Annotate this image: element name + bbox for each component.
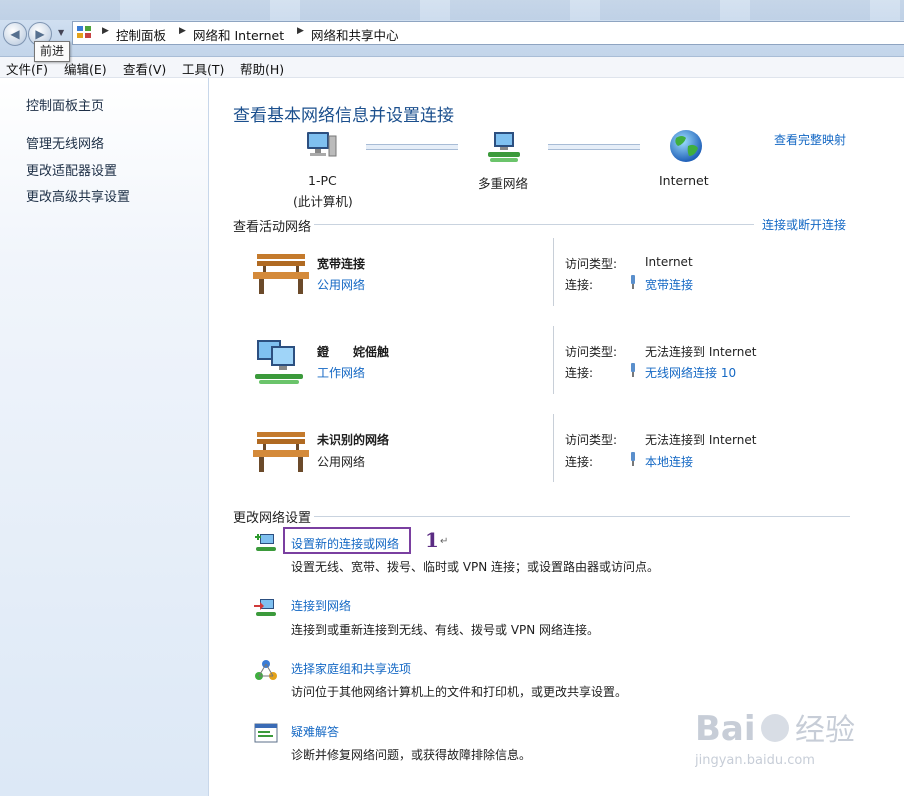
- column-divider: [553, 414, 554, 482]
- svg-text:Bai: Bai: [695, 709, 756, 749]
- baidu-logo-icon: Bai 经验 jingyan.baidu.com: [694, 709, 855, 768]
- section-divider: [314, 224, 754, 225]
- connection-link-3[interactable]: 本地连接: [645, 453, 693, 470]
- work-network-icon: [255, 340, 303, 384]
- troubleshoot-icon: [254, 723, 278, 743]
- access-type-value-1: Internet: [645, 255, 693, 269]
- sidebar-control-panel-home[interactable]: 控制面板主页: [26, 95, 104, 114]
- bench-icon: [253, 254, 309, 294]
- connection-plug-icon: [631, 275, 635, 289]
- breadcrumb-network-internet[interactable]: 网络和 Internet: [193, 25, 284, 44]
- network-category-link-2[interactable]: 工作网络: [317, 364, 365, 381]
- globe-icon: [670, 130, 702, 162]
- setup-new-connection-link[interactable]: 设置新的连接或网络: [291, 535, 399, 552]
- connection-label: 连接:: [565, 455, 594, 469]
- access-type-label: 访问类型:: [565, 257, 618, 271]
- network-category-3: 公用网络: [317, 455, 366, 469]
- breadcrumb-separator-icon: ▶: [179, 26, 186, 36]
- recent-pages-dropdown-icon[interactable]: ▼: [58, 28, 64, 37]
- section-divider: [314, 516, 850, 517]
- view-full-map-link[interactable]: 查看完整映射: [774, 131, 846, 148]
- blurred-taskbar-tabs: [0, 0, 904, 20]
- computer-icon: [307, 132, 337, 157]
- task-desc-1: 设置无线、宽带、拨号、临时或 VPN 连接；或设置路由器或访问点。: [291, 560, 660, 574]
- change-settings-header: 更改网络设置: [233, 511, 312, 526]
- map-connector-line: [366, 144, 458, 150]
- forward-tooltip: 前进: [34, 41, 71, 62]
- access-type-label: 访问类型:: [565, 345, 618, 359]
- connection-label: 连接:: [565, 278, 594, 292]
- multiple-networks-icon: [488, 132, 520, 162]
- map-pc-name: 1-PC: [308, 173, 337, 188]
- task-desc-2: 连接到或重新连接到无线、有线、拨号或 VPN 网络连接。: [291, 623, 600, 637]
- menu-view[interactable]: 查看(V): [123, 59, 166, 78]
- menu-tools[interactable]: 工具(T): [182, 59, 224, 78]
- new-connection-icon: [255, 534, 276, 551]
- connection-link-2[interactable]: 无线网络连接 10: [645, 364, 736, 381]
- network-name-3: 未识别的网络: [317, 433, 390, 447]
- back-button[interactable]: ◀: [3, 22, 27, 46]
- active-networks-header: 查看活动网络: [233, 220, 312, 235]
- baidu-watermark: Bai 经验 jingyan.baidu.com: [694, 690, 895, 773]
- breadcrumb-control-panel[interactable]: 控制面板: [116, 25, 166, 44]
- breadcrumb-separator-icon: ▶: [102, 26, 109, 36]
- homegroup-sharing-link[interactable]: 选择家庭组和共享选项: [291, 660, 411, 677]
- access-type-value-2: 无法连接到 Internet: [645, 345, 757, 359]
- network-name-2: 鐙 姹傜触: [317, 345, 390, 359]
- connect-to-network-link[interactable]: 连接到网络: [291, 597, 351, 614]
- menu-help[interactable]: 帮助(H): [240, 59, 284, 78]
- menu-edit[interactable]: 编辑(E): [64, 59, 107, 78]
- breadcrumb-separator-icon: ▶: [297, 26, 304, 36]
- step-marker: 1: [425, 528, 439, 552]
- network-category-link-1[interactable]: 公用网络: [317, 276, 365, 293]
- task-desc-4: 诊断并修复网络问题，或获得故障排除信息。: [291, 748, 532, 762]
- connection-label: 连接:: [565, 366, 594, 380]
- connect-disconnect-link[interactable]: 连接或断开连接: [762, 216, 846, 233]
- connect-network-icon: [254, 599, 276, 616]
- map-pc-sub: (此计算机): [293, 194, 353, 209]
- sidebar-item-manage-wireless[interactable]: 管理无线网络: [26, 133, 104, 152]
- map-multi-network: 多重网络: [478, 176, 529, 191]
- homegroup-icon: [255, 660, 277, 680]
- control-panel-icon: [77, 26, 91, 38]
- column-divider: [553, 238, 554, 306]
- page-title: 查看基本网络信息并设置连接: [233, 106, 454, 126]
- access-type-value-3: 无法连接到 Internet: [645, 433, 757, 447]
- sidebar-item-advanced-sharing[interactable]: 更改高级共享设置: [26, 186, 130, 205]
- troubleshoot-link[interactable]: 疑难解答: [291, 723, 339, 740]
- access-type-label: 访问类型:: [565, 433, 618, 447]
- map-internet: Internet: [659, 173, 709, 188]
- back-arrow-icon: ◀: [10, 27, 20, 41]
- return-mark: ↵: [440, 536, 449, 547]
- svg-text:jingyan.baidu.com: jingyan.baidu.com: [695, 753, 815, 768]
- map-connector-line: [548, 144, 640, 150]
- column-divider: [553, 326, 554, 394]
- network-name-1: 宽带连接: [317, 257, 366, 271]
- breadcrumb-sharing-center[interactable]: 网络和共享中心: [311, 25, 399, 44]
- connection-link-1[interactable]: 宽带连接: [645, 276, 693, 293]
- svg-text:经验: 经验: [795, 713, 855, 748]
- connection-plug-icon: [631, 452, 635, 466]
- connection-plug-icon: [631, 363, 635, 377]
- sidebar-item-adapter-settings[interactable]: 更改适配器设置: [26, 160, 117, 179]
- bench-icon: [253, 432, 309, 472]
- task-desc-3: 访问位于其他网络计算机上的文件和打印机，或更改共享设置。: [291, 685, 628, 699]
